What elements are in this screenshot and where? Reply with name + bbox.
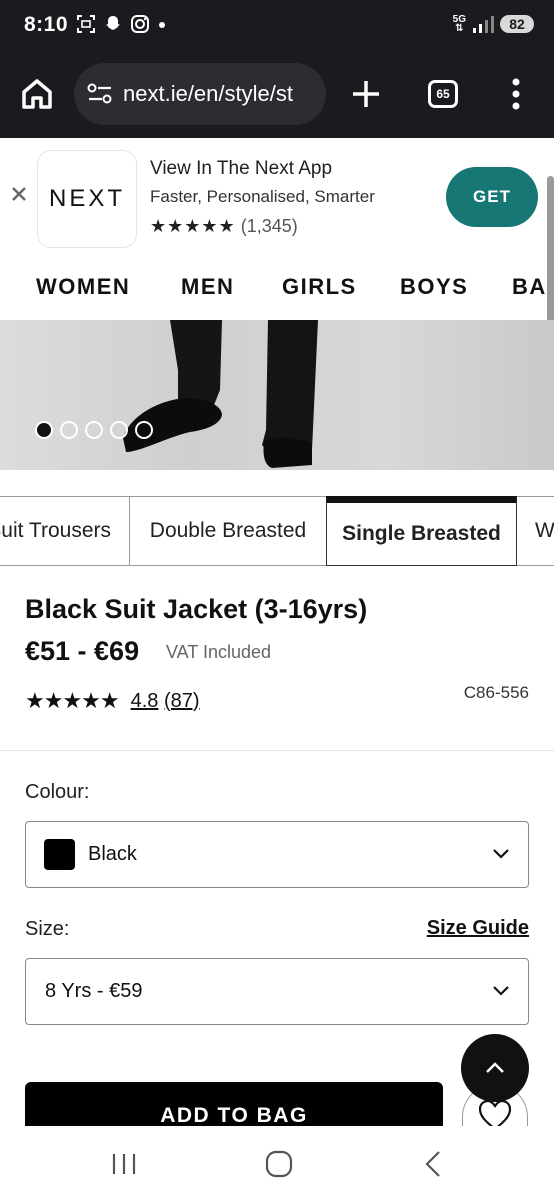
site-settings-icon[interactable] xyxy=(87,83,113,105)
category-girls[interactable]: GIRLS xyxy=(282,274,357,300)
instagram-icon xyxy=(131,15,149,33)
category-boys[interactable]: BOYS xyxy=(400,274,468,300)
home-icon[interactable] xyxy=(20,77,54,111)
back-icon[interactable] xyxy=(424,1150,442,1178)
next-app-logo: NEXT xyxy=(37,150,137,248)
product-title: Black Suit Jacket (3-16yrs) xyxy=(25,594,368,624)
tab-waistcoats[interactable]: Waistcoats xyxy=(517,496,554,566)
carousel-dot[interactable] xyxy=(135,421,153,439)
colour-value: Black xyxy=(88,843,137,865)
product-code: C86-556 xyxy=(463,683,529,702)
tab-switcher-button[interactable]: 65 xyxy=(428,80,458,108)
size-value: 8 Yrs - €59 xyxy=(45,980,143,1002)
size-guide-link[interactable]: Size Guide xyxy=(427,917,529,940)
banner-rating: ★★★★★ (1,345) xyxy=(150,216,298,237)
size-label: Size: xyxy=(25,918,70,940)
android-nav-bar xyxy=(0,1126,554,1200)
category-men[interactable]: MEN xyxy=(181,274,234,300)
product-price: €51 - €69 xyxy=(25,636,140,666)
style-tabs: Suit Trousers Double Breasted Single Bre… xyxy=(0,496,554,566)
colour-label: Colour: xyxy=(25,781,90,803)
carousel-dot[interactable] xyxy=(35,421,53,439)
new-tab-icon[interactable] xyxy=(350,78,382,110)
carousel-dots xyxy=(35,421,153,439)
network-type: 5G ⇅ xyxy=(452,14,466,34)
category-nav: WOMEN MEN GIRLS BOYS BABY xyxy=(0,258,554,320)
banner-review-count: (1,345) xyxy=(240,216,298,236)
data-arrows-icon: ⇅ xyxy=(455,23,464,34)
close-icon[interactable] xyxy=(10,185,28,203)
vat-note: VAT Included xyxy=(166,642,272,662)
chevron-down-icon xyxy=(493,849,509,859)
app-install-banner: NEXT View In The Next App Faster, Person… xyxy=(0,138,554,258)
product-image-carousel[interactable] xyxy=(0,320,554,470)
rating-value[interactable]: 4.8 xyxy=(131,690,159,712)
more-menu-icon[interactable] xyxy=(508,76,524,112)
url-text: next.ie/en/style/st xyxy=(123,81,293,106)
system-icons: 5G ⇅ 82 xyxy=(453,14,534,34)
tab-suit-trousers[interactable]: Suit Trousers xyxy=(0,496,130,566)
notification-icons xyxy=(76,14,167,34)
banner-stars: ★★★★★ xyxy=(150,216,236,236)
status-time: 8:10 xyxy=(24,13,69,36)
carousel-dot[interactable] xyxy=(110,421,128,439)
colour-swatch xyxy=(44,839,75,870)
chevron-up-icon xyxy=(486,1062,504,1073)
snapchat-icon xyxy=(106,16,120,30)
carousel-dot[interactable] xyxy=(60,421,78,439)
colour-select[interactable]: Black xyxy=(25,821,529,888)
recent-apps-icon[interactable] xyxy=(110,1152,138,1176)
tab-single-breasted[interactable]: Single Breasted xyxy=(326,496,517,566)
banner-title: View In The Next App xyxy=(150,158,333,179)
browser-toolbar: next.ie/en/style/st 65 xyxy=(0,52,554,138)
battery-indicator: 82 xyxy=(500,15,534,33)
rating-stars: ★★★★★ xyxy=(25,688,120,713)
tab-double-breasted[interactable]: Double Breasted xyxy=(130,496,327,566)
product-photo xyxy=(123,320,318,468)
address-bar[interactable]: next.ie/en/style/st xyxy=(74,63,326,125)
signal-icon xyxy=(473,16,494,33)
divider xyxy=(0,750,554,751)
category-women[interactable]: WOMEN xyxy=(36,274,130,300)
size-select[interactable]: 8 Yrs - €59 xyxy=(25,958,529,1025)
banner-subtitle: Faster, Personalised, Smarter xyxy=(150,187,375,206)
carousel-dot[interactable] xyxy=(85,421,103,439)
rating-count[interactable]: (87) xyxy=(164,690,200,712)
product-rating: ★★★★★ 4.8 (87) xyxy=(25,688,200,714)
get-app-button[interactable]: GET xyxy=(446,167,538,227)
chevron-down-icon xyxy=(493,986,509,996)
home-nav-icon[interactable] xyxy=(265,1150,293,1178)
back-to-top-button[interactable] xyxy=(461,1034,529,1102)
status-bar: 8:10 5G ⇅ 82 xyxy=(0,0,554,52)
screenshot-icon xyxy=(77,15,95,33)
dot-icon xyxy=(159,22,165,28)
